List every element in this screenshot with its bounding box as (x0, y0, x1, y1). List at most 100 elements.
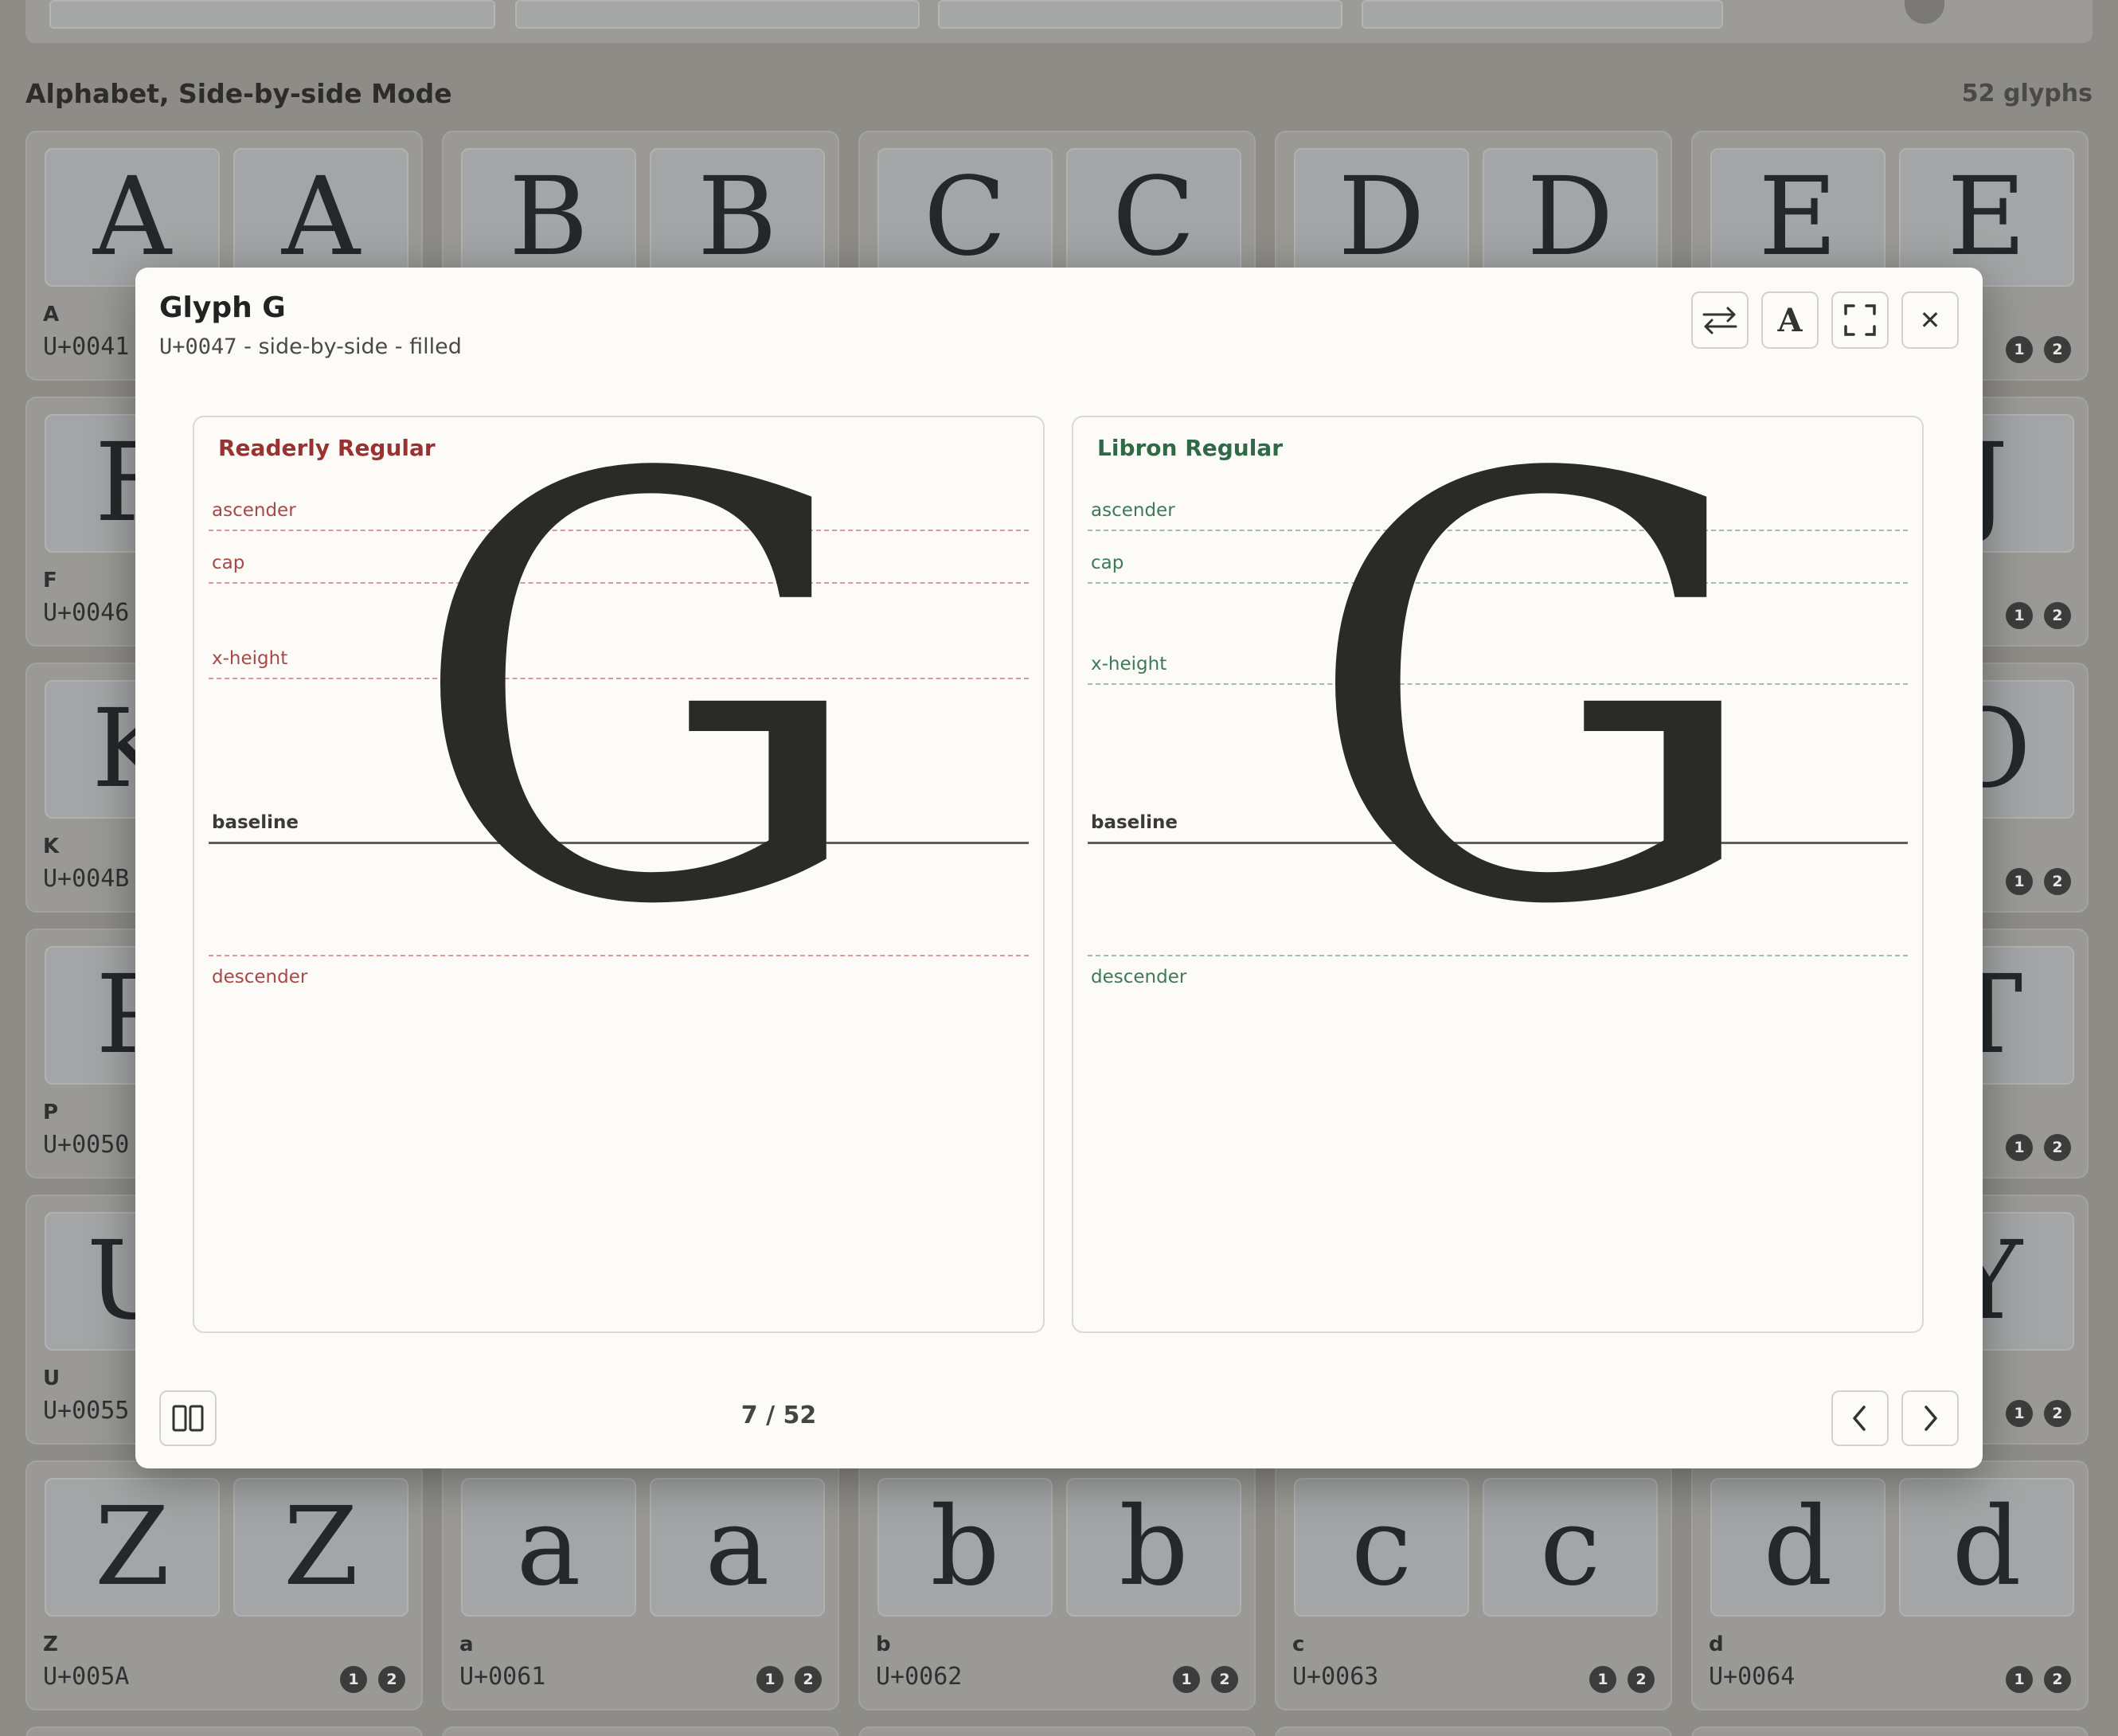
fullscreen-button[interactable] (1831, 291, 1889, 349)
glyph-char: D (1526, 154, 1614, 280)
top-toolbar (25, 0, 2093, 43)
glyph-name: c (1292, 1632, 1305, 1656)
toolbar-field-2[interactable] (515, 0, 920, 29)
glyph-card[interactable] (1691, 1726, 2089, 1736)
glyph-preview-font-2: D (1483, 148, 1658, 287)
next-glyph-button[interactable] (1901, 1390, 1959, 1446)
font-badge-1: 1 (1589, 1666, 1616, 1693)
glyph-detail-modal: Glyph G U+0047 - side-by-side - filled A… (135, 268, 1983, 1468)
glyph-name: A (43, 303, 60, 326)
glyph-card[interactable] (858, 1726, 1256, 1736)
swap-arrows-icon (1702, 307, 1737, 334)
glyph-char: C (923, 154, 1007, 280)
glyph-preview-font-1: a (461, 1478, 636, 1617)
glyph-codepoint: U+005A (43, 1663, 130, 1691)
glyph-name: d (1709, 1632, 1724, 1656)
font-badge-1: 1 (2006, 336, 2033, 363)
glyph-preview-font-2: B (650, 148, 825, 287)
modal-title: Glyph G (159, 291, 286, 324)
glyph-codepoint: U+0064 (1709, 1663, 1796, 1691)
chevron-right-icon (1925, 1406, 1937, 1431)
glyph-card[interactable] (1275, 1726, 1672, 1736)
glyph-preview-font-2: c (1483, 1478, 1658, 1617)
modal-codepoint: U+0047 (159, 334, 237, 359)
chevron-left-icon (1853, 1406, 1866, 1431)
close-icon: ✕ (1919, 305, 1941, 335)
font-panel-right: Libron Regular ascender cap x-height bas… (1072, 416, 1924, 1333)
glyph-preview-font-2: d (1899, 1478, 2074, 1617)
glyph-card[interactable]: d d d U+0064 1 2 (1691, 1460, 2089, 1711)
font-panel-left: Readerly Regular ascender cap x-height b… (193, 416, 1045, 1333)
cap-label: cap (1091, 553, 1124, 573)
glyph-char: Z (283, 1484, 359, 1610)
font-badge-2: 2 (378, 1666, 405, 1693)
toolbar-field-4[interactable] (1362, 0, 1723, 29)
glyph-codepoint: U+0041 (43, 333, 130, 361)
glyph-codepoint: U+0055 (43, 1397, 130, 1425)
glyph-char: d (1763, 1484, 1833, 1610)
font-badge-2: 2 (2044, 602, 2071, 629)
font-name-right: Libron Regular (1097, 435, 1284, 461)
glyph-preview-font-1: D (1294, 148, 1469, 287)
glyph-preview-font-2: C (1066, 148, 1241, 287)
font-badge-1: 1 (1173, 1666, 1200, 1693)
section-title: Alphabet, Side-by-side Mode (25, 78, 452, 109)
glyph-codepoint: U+0062 (876, 1663, 963, 1691)
previous-glyph-button[interactable] (1831, 1390, 1889, 1446)
glyph-char: B (509, 154, 588, 280)
glyph-preview-right: G (1303, 416, 1768, 1032)
font-badge-2: 2 (2044, 1134, 2071, 1161)
close-button[interactable]: ✕ (1901, 291, 1959, 349)
font-style-button[interactable]: A (1761, 291, 1819, 349)
glyph-card[interactable]: c c c U+0063 1 2 (1275, 1460, 1672, 1711)
glyph-preview-font-1: c (1294, 1478, 1469, 1617)
font-badge-2: 2 (1211, 1666, 1238, 1693)
glyph-name: F (43, 569, 57, 592)
x-height-label: x-height (1091, 654, 1167, 674)
glyph-char: c (1350, 1484, 1413, 1610)
glyph-codepoint: U+0046 (43, 599, 130, 627)
glyph-char: B (698, 154, 777, 280)
glyph-card[interactable]: a a a U+0061 1 2 (442, 1460, 839, 1711)
ascender-label: ascender (1091, 500, 1175, 521)
glyph-card[interactable] (442, 1726, 839, 1736)
glyph-preview-font-1: Z (45, 1478, 220, 1617)
glyph-name: U (43, 1367, 61, 1390)
glyph-count: 52 glyphs (1961, 80, 2093, 108)
glyph-card[interactable]: b b b U+0062 1 2 (858, 1460, 1256, 1711)
glyph-preview-font-1: A (45, 148, 220, 287)
toolbar-field-3[interactable] (938, 0, 1342, 29)
font-badge-2: 2 (795, 1666, 822, 1693)
glyph-preview-font-1: d (1710, 1478, 1885, 1617)
font-badge-2: 2 (2044, 868, 2071, 895)
glyph-preview-font-2: A (233, 148, 408, 287)
font-badge-1: 1 (2006, 1134, 2033, 1161)
font-letter-icon: A (1777, 301, 1803, 339)
glyph-name: Z (43, 1632, 58, 1656)
toolbar-avatar[interactable] (1905, 0, 1944, 24)
descender-label: descender (212, 967, 308, 987)
glyph-preview-font-1: E (1710, 148, 1885, 287)
glyph-char: A (92, 154, 172, 280)
baseline-label: baseline (212, 812, 299, 833)
glyph-preview-font-1: b (877, 1478, 1053, 1617)
font-name-left: Readerly Regular (218, 435, 436, 461)
glyph-card[interactable] (25, 1726, 423, 1736)
glyph-char: d (1952, 1484, 2022, 1610)
glyph-char: E (1758, 154, 1838, 280)
toolbar-field-1[interactable] (49, 0, 495, 29)
glyph-char: E (1947, 154, 2026, 280)
swap-fonts-button[interactable] (1691, 291, 1749, 349)
glyph-char: A (281, 154, 361, 280)
font-badge-1: 1 (756, 1666, 784, 1693)
fullscreen-icon (1844, 304, 1876, 336)
glyph-char: C (1112, 154, 1196, 280)
glyph-char: a (516, 1484, 581, 1610)
glyph-char: a (705, 1484, 770, 1610)
glyph-card[interactable]: Z Z Z U+005A 1 2 (25, 1460, 423, 1711)
font-badge-1: 1 (2006, 868, 2033, 895)
page-indicator: 7 / 52 (741, 1402, 817, 1429)
glyph-name: a (459, 1632, 474, 1656)
glyph-codepoint: U+0061 (459, 1663, 546, 1691)
font-badge-2: 2 (2044, 336, 2071, 363)
